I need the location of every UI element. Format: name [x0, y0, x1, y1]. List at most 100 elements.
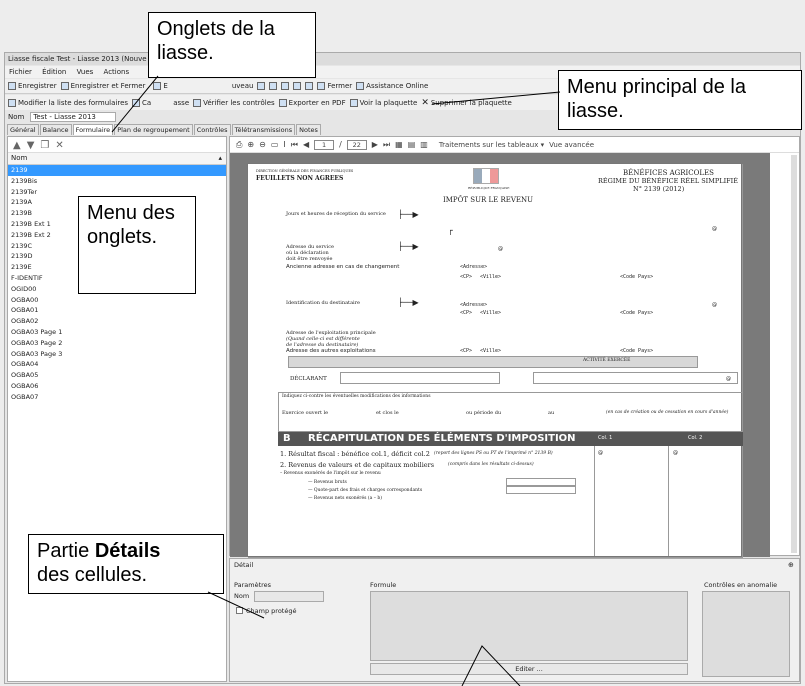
document-scrollbar[interactable] [791, 155, 797, 553]
field-a[interactable] [506, 478, 576, 486]
next-page-icon[interactable]: ▶ [372, 140, 378, 149]
doc-quote: — Quote-part des frais et charges corres… [308, 488, 423, 493]
formule-area[interactable] [370, 591, 688, 661]
doc-exoneres: – Revenus exonérés de l'impôt sur le rev… [280, 471, 381, 476]
expand-icon[interactable]: ⊕ [788, 561, 794, 569]
copy-form-icon[interactable]: ❐ [40, 140, 49, 151]
form-list-item[interactable]: OGBA07 [8, 392, 226, 403]
siret-box [288, 356, 698, 368]
tab-formulaire[interactable]: Formulaire [72, 124, 114, 135]
save-close-button[interactable]: Enregistrer et Fermer [60, 82, 145, 90]
form-list-item[interactable]: 2139Bis [8, 176, 226, 187]
table2-icon[interactable]: ▥ [420, 140, 428, 149]
print-doc-icon[interactable]: ⎙ [236, 140, 242, 150]
tag-adresse-1: <Adresse> [460, 264, 488, 270]
modify-forms-button[interactable]: Modifier la liste des formulaires [8, 98, 129, 107]
detail-nom-label: Nom [234, 592, 250, 600]
ca-button[interactable]: Ca [132, 98, 151, 107]
export-label: Exporter en PDF [288, 98, 346, 107]
tag-cp-3: <CP> [460, 348, 473, 354]
document-toolbar: ⎙ ⊕ ⊖ ▭ Ⅰ ⏮ ◀ 1 / 22 ▶ ⏭ ▦ ▤ ▥ Traitemen… [230, 137, 799, 153]
e-button[interactable]: E [153, 82, 168, 90]
doc-revenus-note: (compris dans les résultats ci-dessus) [448, 462, 534, 467]
print-icon[interactable] [257, 82, 266, 90]
table1-icon[interactable]: ▤ [408, 140, 416, 149]
verify-button[interactable]: Vérifier les contrôles [193, 98, 275, 107]
forms-toolbar: ▲ ▼ ❐ ✕ [8, 137, 226, 153]
down-arrow-icon[interactable]: ▼ [27, 140, 35, 151]
editer-button[interactable]: Editer ... [370, 663, 688, 675]
form-list-item[interactable]: OGBA05 [8, 370, 226, 381]
tab-notes[interactable]: Notes [296, 124, 321, 135]
window-title: Liasse fiscale Test - Liasse 2013 (Nouve [8, 55, 147, 63]
forms-column-header[interactable]: Nom ▴ [8, 153, 226, 165]
up-arrow-icon[interactable]: ▲ [13, 140, 21, 151]
tab-controles[interactable]: Contrôles [193, 124, 231, 135]
tab-teletransmissions[interactable]: Télétransmissions [231, 124, 296, 135]
name-field[interactable]: Test - Liasse 2013 [30, 112, 117, 122]
copy-icon[interactable] [269, 82, 278, 90]
tab-plan-regroupement[interactable]: Plan de regroupement [114, 124, 193, 135]
new-label: uveau [231, 82, 254, 90]
check-icon [193, 98, 202, 107]
tag-ville-2: <Ville> [480, 310, 502, 316]
modify-forms-label: Modifier la liste des formulaires [18, 98, 129, 107]
close-button[interactable]: Fermer [317, 82, 352, 90]
asse-button[interactable]: asse [173, 99, 189, 107]
text-select-icon[interactable]: Ⅰ [283, 140, 285, 149]
fit-icon[interactable]: ▭ [271, 140, 279, 149]
doc-header-left1: DIRECTION GÉNÉRALE DES FINANCES PUBLIQUE… [256, 169, 354, 173]
detail-nom-field[interactable] [254, 591, 324, 602]
doc-activite: ACTIVITÉ EXERCÉE [583, 358, 631, 363]
form-list-item[interactable]: OGBA06 [8, 381, 226, 392]
page-number-input[interactable]: 1 [314, 139, 335, 150]
delete-booklet-label: Supprimer la plaquette [430, 98, 512, 107]
form-list-item[interactable]: OGBA00 [8, 295, 226, 306]
form-list-item[interactable]: OGBA01 [8, 305, 226, 316]
delete-icon[interactable] [305, 82, 314, 90]
form-list-item[interactable]: OGBA03 Page 1 [8, 327, 226, 338]
doc-declarant: DÉCLARANT [290, 376, 327, 382]
last-page-icon[interactable]: ⏭ [383, 140, 390, 150]
undo-icon[interactable] [281, 82, 290, 90]
col-divider [594, 446, 595, 556]
doc-bruts: — Revenus bruts [308, 480, 347, 485]
menu-actions[interactable]: Actions [104, 68, 130, 76]
declarant-field[interactable] [340, 372, 500, 384]
assistance-button[interactable]: Assistance Online [356, 82, 428, 90]
zoom-in-icon[interactable]: ⊕ [247, 140, 254, 149]
controles-list[interactable] [702, 591, 790, 677]
at-6: @ [726, 376, 731, 382]
protected-checkbox[interactable] [236, 607, 243, 614]
tab-balance[interactable]: Balance [39, 124, 72, 135]
doc-nets: — Revenus nets exonérés (a – b) [308, 496, 383, 501]
prev-page-icon[interactable]: ◀ [303, 140, 309, 149]
new-button[interactable]: uveau [232, 82, 254, 90]
menu-vues[interactable]: Vues [77, 68, 94, 76]
menu-edition[interactable]: Édition [42, 68, 66, 76]
remove-form-icon[interactable]: ✕ [55, 140, 63, 151]
form-list-item[interactable]: 2139 [8, 165, 226, 176]
tag-codepays-2: <Code Pays> [620, 310, 654, 316]
vue-avancee-button[interactable]: Vue avancée [549, 141, 594, 149]
activite-field[interactable] [533, 372, 738, 384]
field-b[interactable] [506, 486, 576, 494]
form-list-item[interactable]: OGBA04 [8, 359, 226, 370]
tab-general[interactable]: Général [7, 124, 39, 135]
zoom-out-icon[interactable]: ⊖ [259, 140, 266, 149]
grid-icon[interactable]: ▦ [395, 140, 403, 149]
menu-fichier[interactable]: Fichier [9, 68, 32, 76]
form-list-item[interactable]: OGBA02 [8, 316, 226, 327]
delete-booklet-button[interactable]: ✕ Supprimer la plaquette [421, 98, 511, 108]
save-button[interactable]: Enregistrer [8, 82, 57, 90]
tag-codepays-3: <Code Pays> [620, 348, 654, 354]
document-icon [349, 98, 358, 107]
callout-menu-principal: Menu principal de la liasse. [558, 70, 802, 130]
form-list-item[interactable]: OGBA03 Page 2 [8, 338, 226, 349]
first-page-icon[interactable]: ⏮ [291, 140, 298, 150]
view-booklet-button[interactable]: Voir la plaquette [349, 98, 417, 107]
form-list-item[interactable]: OGBA03 Page 3 [8, 349, 226, 360]
export-pdf-button[interactable]: Exporter en PDF [278, 98, 346, 107]
redo-icon[interactable] [293, 82, 302, 90]
traitements-button[interactable]: Traitements sur les tableaux ▾ [439, 141, 544, 149]
